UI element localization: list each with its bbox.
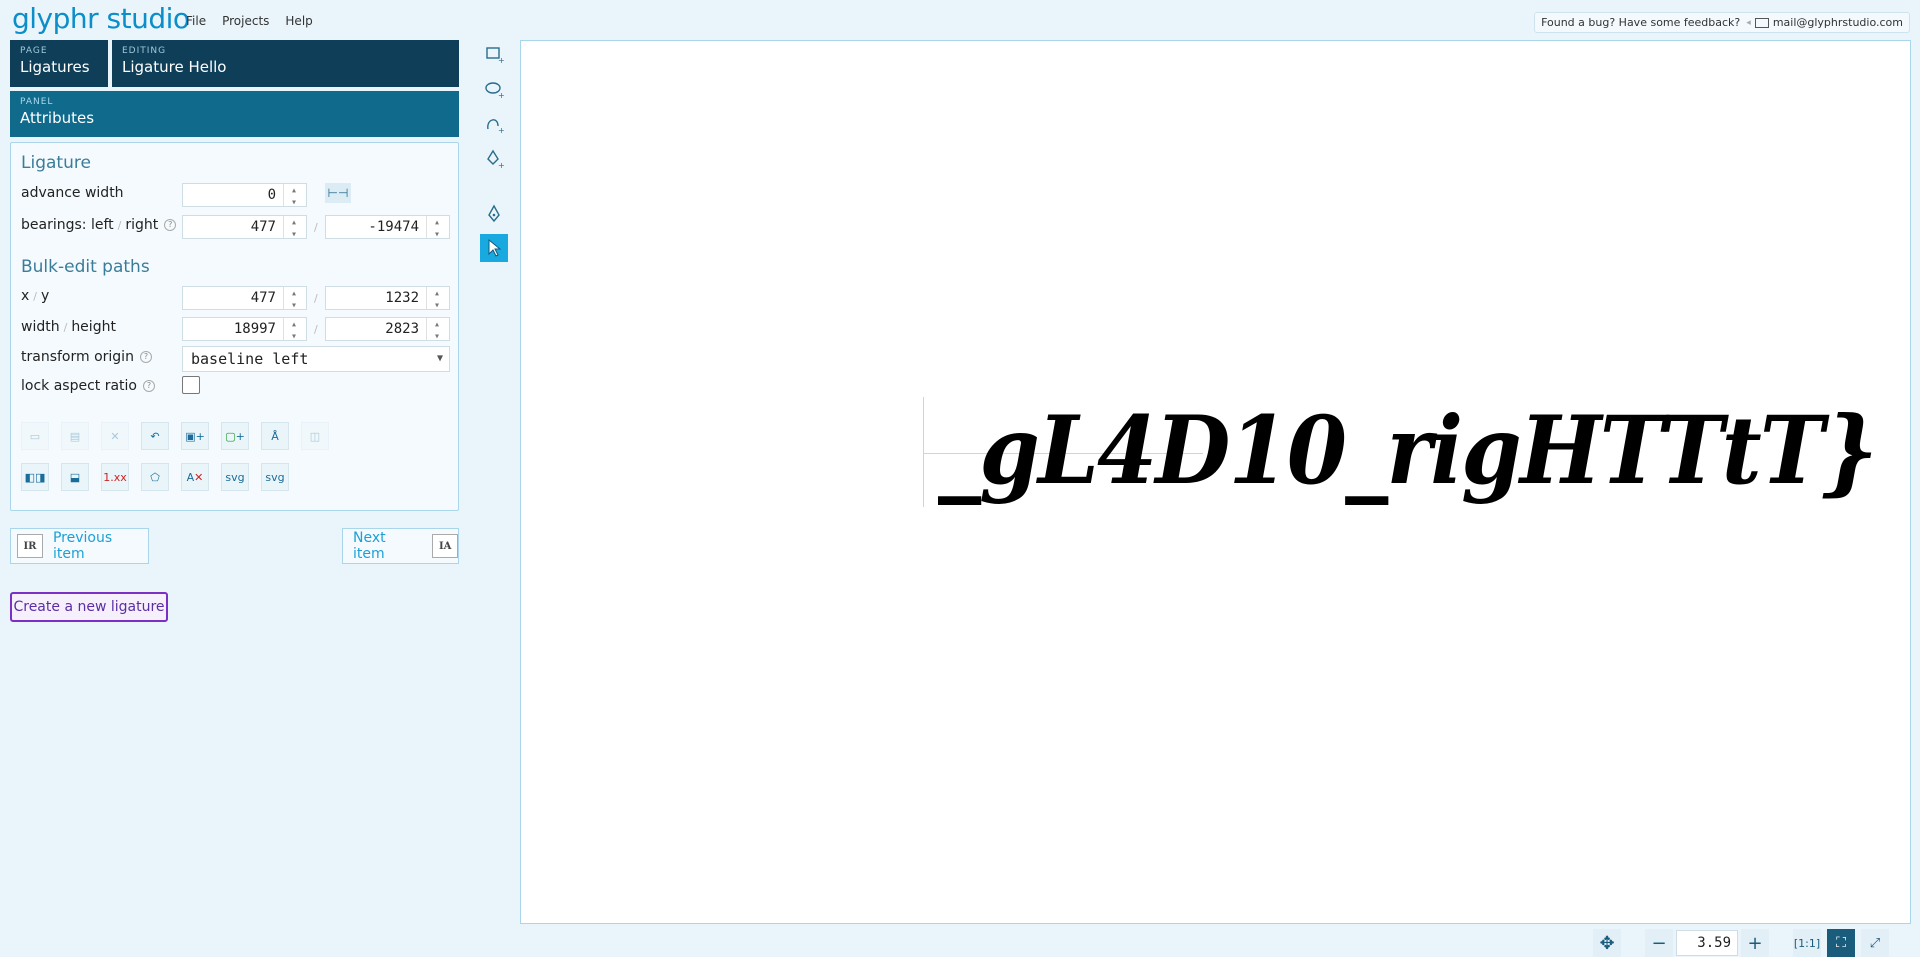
help-icon[interactable]: ?: [164, 219, 177, 231]
width-input[interactable]: 18997: [182, 314, 307, 348]
advance-width-label: advance width: [21, 185, 124, 201]
attributes-panel: Ligature advance width 0 ⊢⊣ bearings: le…: [10, 142, 459, 511]
zoom-level-input[interactable]: 3.59: [1676, 930, 1738, 956]
svg-export-icon[interactable]: svg: [221, 463, 249, 491]
transform-origin-select[interactable]: baseline left ▼: [182, 346, 450, 372]
edit-canvas[interactable]: _gL4D10_rigHTTtT} ✥ − 3.59 + [1:1] ⛶ ⤢: [520, 40, 1911, 957]
advance-width-stepper[interactable]: [283, 180, 306, 214]
app-logo[interactable]: glyphr studio: [12, 2, 190, 35]
new-rectangle-tool-icon[interactable]: +: [480, 40, 508, 68]
transform-origin-label: transform origin?: [21, 349, 152, 365]
lock-aspect-checkbox[interactable]: [182, 376, 200, 394]
chevron-down-icon: ▼: [436, 353, 443, 364]
add-path-icon[interactable]: ▣+: [181, 422, 209, 450]
pen-plus-tool-icon[interactable]: +: [480, 145, 508, 173]
zoom-one-to-one-icon[interactable]: [1:1]: [1793, 929, 1821, 957]
zoom-toolbar: ✥ − 3.59 + [1:1] ⛶ ⤢: [1593, 929, 1889, 957]
add-component-icon[interactable]: ▢ +: [221, 422, 249, 450]
pen-tool-icon[interactable]: [480, 200, 508, 228]
panel-selector[interactable]: PANEL Attributes: [10, 91, 459, 137]
page-label: PAGE: [20, 46, 48, 56]
feedback-text: Found a bug? Have some feedback?: [1541, 16, 1741, 29]
editing-selector[interactable]: EDITING Ligature Hello: [112, 40, 459, 87]
round-values-icon[interactable]: 1.xx: [101, 463, 129, 491]
delete-icon[interactable]: ✕: [101, 422, 129, 450]
pan-icon[interactable]: ✥: [1593, 929, 1621, 957]
left-bearing-guide: [923, 397, 924, 507]
width-height-label: width / height: [21, 319, 116, 335]
next-item-label: Next item: [353, 530, 386, 562]
paste-icon[interactable]: ▤: [61, 422, 89, 450]
menu-help[interactable]: Help: [285, 14, 312, 28]
flip-horizontal-icon[interactable]: ◧◨: [21, 463, 49, 491]
flip-vertical-icon[interactable]: ⬓: [61, 463, 89, 491]
combine-icon[interactable]: ◫: [301, 422, 329, 450]
svg-text:+: +: [498, 126, 504, 134]
lock-aspect-label: lock aspect ratio?: [21, 378, 155, 394]
bearing-right-input[interactable]: -19474: [325, 212, 450, 246]
clear-icon[interactable]: A ✕: [181, 463, 209, 491]
height-input[interactable]: 2823: [325, 314, 450, 348]
reverse-winding-icon[interactable]: ⬠: [141, 463, 169, 491]
x-input[interactable]: 477: [182, 283, 307, 317]
zoom-out-button[interactable]: −: [1645, 929, 1673, 957]
paste-glyph-icon[interactable]: Å: [261, 422, 289, 450]
editing-label: EDITING: [122, 46, 167, 56]
slash-separator: /: [314, 221, 318, 234]
svg-text:+: +: [498, 161, 504, 169]
nav-tabs: PAGE Ligatures EDITING Ligature Hello: [10, 40, 459, 87]
previous-item-icon: IR: [17, 534, 43, 558]
svg-text:+: +: [498, 91, 504, 99]
main-menu: File Projects Help: [186, 14, 313, 28]
bearing-left-input[interactable]: 477: [182, 212, 307, 246]
feedback-email-link[interactable]: ◂ mail@glyphrstudio.com: [1746, 16, 1903, 29]
zoom-in-button[interactable]: +: [1741, 929, 1769, 957]
auto-fit-width-icon[interactable]: ⊢⊣: [325, 183, 351, 203]
new-path-tool-icon[interactable]: +: [480, 110, 508, 138]
slash-separator: /: [314, 323, 318, 336]
mail-icon: [1754, 17, 1769, 28]
editing-value: Ligature Hello: [122, 58, 227, 76]
zoom-em-icon[interactable]: ⤢: [1861, 929, 1889, 957]
panel-label: PANEL: [20, 97, 54, 107]
menu-projects[interactable]: Projects: [222, 14, 269, 28]
slash-separator: /: [314, 292, 318, 305]
feedback-email: mail@glyphrstudio.com: [1772, 16, 1903, 29]
help-icon[interactable]: ?: [139, 351, 152, 363]
feedback-bar[interactable]: Found a bug? Have some feedback? ◂ mail@…: [1534, 12, 1910, 33]
top-bar: glyphr studio File Projects Help Found a…: [0, 0, 1920, 40]
ligature-glyph-preview[interactable]: _gL4D10_rigHTTtT}: [938, 396, 1878, 506]
create-ligature-button[interactable]: Create a new ligature: [10, 592, 168, 622]
previous-item-button[interactable]: IR Previous item: [10, 528, 149, 564]
ligature-section-title: Ligature: [21, 153, 91, 173]
menu-file[interactable]: File: [186, 14, 206, 28]
page-selector[interactable]: PAGE Ligatures: [10, 40, 108, 87]
bulk-edit-title: Bulk-edit paths: [21, 257, 150, 277]
zoom-fit-icon[interactable]: ⛶: [1827, 929, 1855, 957]
xy-label: x / y: [21, 288, 50, 304]
pointer-tool-icon[interactable]: [480, 234, 508, 262]
y-input[interactable]: 1232: [325, 283, 450, 317]
copy-icon[interactable]: ▭: [21, 422, 49, 450]
advance-width-input[interactable]: 0: [182, 180, 307, 214]
help-icon[interactable]: ?: [143, 380, 155, 392]
panel-value: Attributes: [20, 109, 95, 127]
next-item-button[interactable]: Next item IA: [342, 528, 459, 564]
svg-text:+: +: [498, 56, 504, 64]
svg-import-icon[interactable]: svg: [261, 463, 289, 491]
new-oval-tool-icon[interactable]: +: [480, 75, 508, 103]
next-item-icon: IA: [432, 534, 458, 558]
bearings-label: bearings: left / right?: [21, 217, 177, 233]
previous-item-label: Previous item: [52, 530, 113, 562]
page-value: Ligatures: [20, 58, 90, 76]
undo-icon[interactable]: ↶: [141, 422, 169, 450]
